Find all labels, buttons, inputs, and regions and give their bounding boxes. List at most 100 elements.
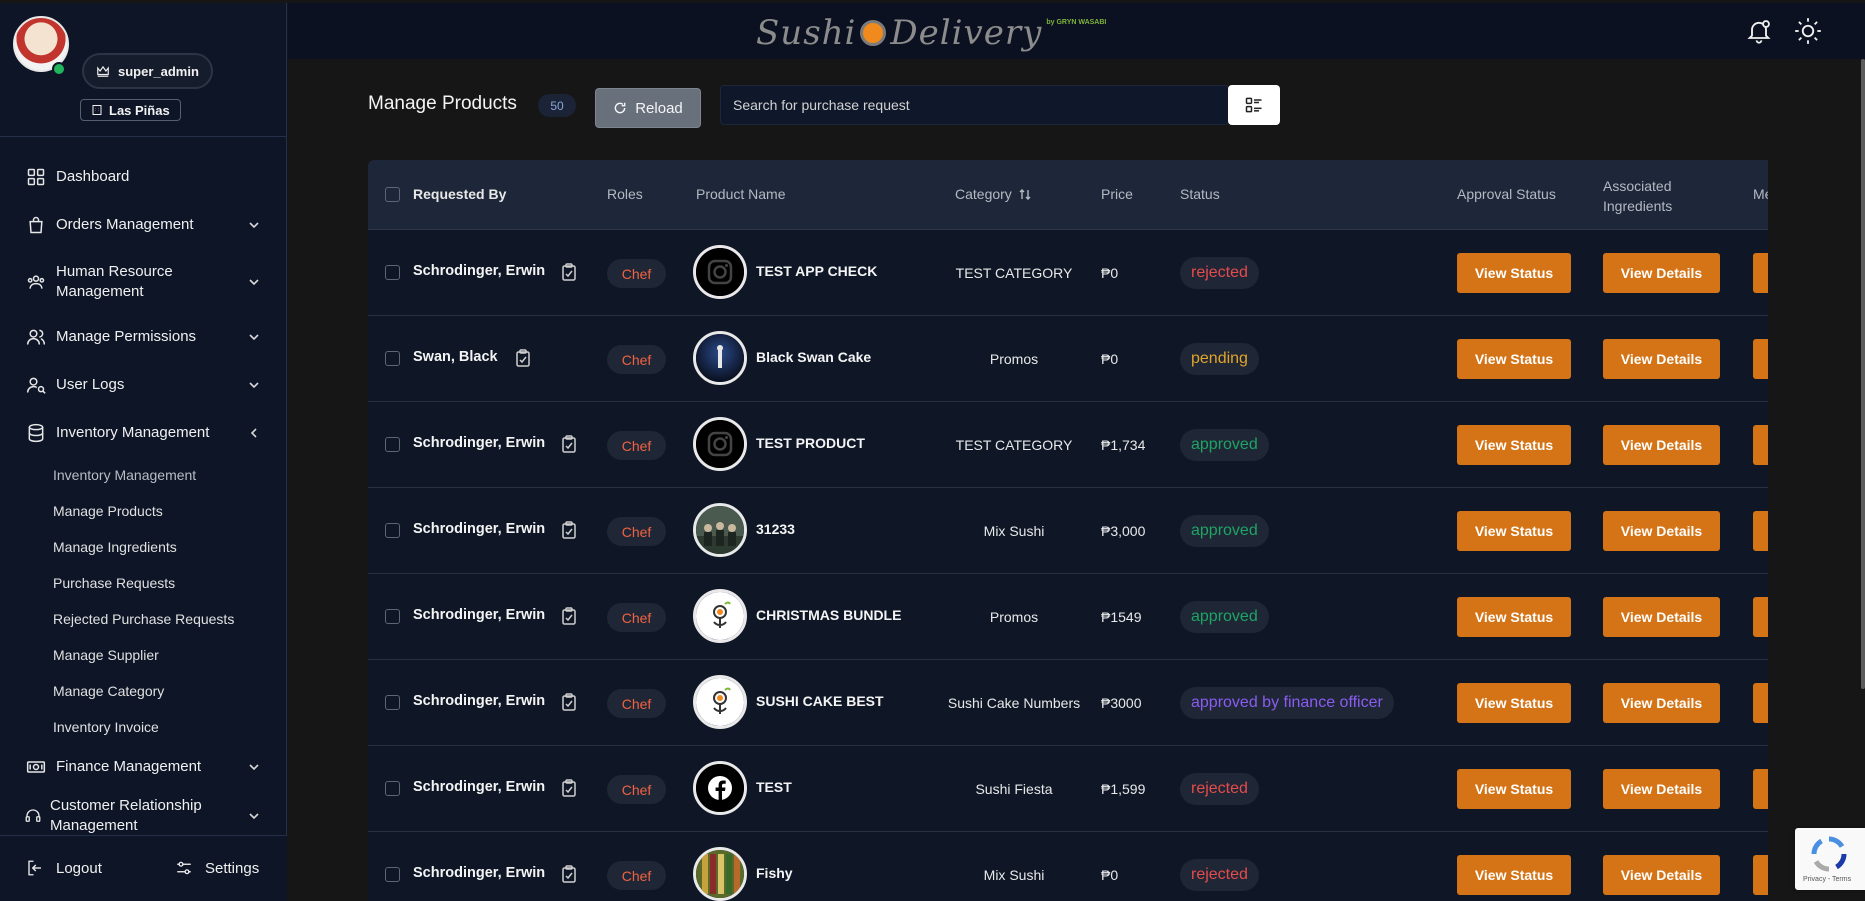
column-associated-ingredients-line2: Ingredients bbox=[1603, 198, 1673, 214]
view-status-button[interactable]: View Status bbox=[1457, 253, 1571, 293]
product-thumbnail bbox=[693, 417, 747, 471]
clipboard-icon[interactable] bbox=[561, 693, 577, 711]
table-row[interactable]: Schrodinger, Erwin Chef TEST APP CHECK TEST… bbox=[368, 230, 1768, 316]
brand-logo[interactable]: Sushi Delivery by GRYN WASABI bbox=[756, 5, 1276, 61]
column-associated-ingredients[interactable]: Associated Ingredients bbox=[1603, 176, 1672, 216]
view-status-button[interactable]: View Status bbox=[1457, 683, 1571, 723]
clipboard-icon[interactable] bbox=[515, 349, 531, 367]
role-badge: Chef bbox=[607, 345, 666, 374]
column-price[interactable]: Price bbox=[1101, 186, 1133, 202]
logout-button[interactable]: Logout bbox=[26, 859, 102, 877]
sidebar-item-hr[interactable]: Human Resource Management bbox=[0, 261, 287, 303]
branch-chip[interactable]: Las Piñas bbox=[80, 99, 181, 121]
more-actions-button[interactable] bbox=[1753, 683, 1768, 723]
sort-icon[interactable] bbox=[1019, 188, 1031, 201]
search-input[interactable] bbox=[720, 85, 1229, 125]
reload-button[interactable]: Reload bbox=[595, 88, 701, 128]
view-details-button[interactable]: View Details bbox=[1603, 597, 1720, 637]
more-actions-button[interactable] bbox=[1753, 339, 1768, 379]
sidebar-subitem-manage-category[interactable]: Manage Category bbox=[53, 683, 164, 699]
view-details-button[interactable]: View Details bbox=[1603, 425, 1720, 465]
more-actions-button[interactable] bbox=[1753, 769, 1768, 809]
sidebar-subitem-manage-supplier[interactable]: Manage Supplier bbox=[53, 647, 159, 663]
sidebar-subitem-manage-products[interactable]: Manage Products bbox=[53, 503, 163, 519]
sidebar-subitem-inventory-invoice[interactable]: Inventory Invoice bbox=[53, 719, 159, 735]
view-toggle-button[interactable] bbox=[1228, 85, 1280, 125]
table-row[interactable]: Schrodinger, Erwin Chef CHRISTMAS BUNDLE Pr… bbox=[368, 574, 1768, 660]
column-category[interactable]: Category bbox=[955, 186, 1031, 202]
row-checkbox[interactable] bbox=[385, 523, 400, 538]
view-status-button[interactable]: View Status bbox=[1457, 855, 1571, 895]
clipboard-icon[interactable] bbox=[561, 865, 577, 883]
column-product-name[interactable]: Product Name bbox=[696, 186, 785, 202]
row-checkbox[interactable] bbox=[385, 695, 400, 710]
column-roles[interactable]: Roles bbox=[607, 186, 643, 202]
clipboard-icon[interactable] bbox=[561, 607, 577, 625]
requested-by: Schrodinger, Erwin bbox=[413, 521, 546, 537]
column-more[interactable]: Me bbox=[1753, 186, 1768, 202]
notification-bell-icon[interactable] bbox=[1745, 17, 1773, 45]
view-status-button[interactable]: View Status bbox=[1457, 339, 1571, 379]
view-details-button[interactable]: View Details bbox=[1603, 511, 1720, 551]
logo-text-left: Sushi bbox=[756, 13, 857, 53]
table-row[interactable]: Schrodinger, Erwin Chef TEST Sushi Fiesta ₱1… bbox=[368, 746, 1768, 832]
recaptcha-terms[interactable]: Privacy - Terms bbox=[1803, 876, 1851, 883]
sun-theme-icon[interactable] bbox=[1794, 17, 1822, 45]
status-badge: approved bbox=[1180, 429, 1269, 461]
view-status-button[interactable]: View Status bbox=[1457, 597, 1571, 637]
status-badge: rejected bbox=[1180, 257, 1259, 289]
clipboard-icon[interactable] bbox=[561, 435, 577, 453]
more-actions-button[interactable] bbox=[1753, 597, 1768, 637]
view-details-button[interactable]: View Details bbox=[1603, 339, 1720, 379]
clipboard-icon[interactable] bbox=[561, 779, 577, 797]
clipboard-icon[interactable] bbox=[561, 521, 577, 539]
sidebar-item-permissions[interactable]: Manage Permissions bbox=[0, 325, 287, 349]
row-checkbox[interactable] bbox=[385, 781, 400, 796]
more-actions-button[interactable] bbox=[1753, 253, 1768, 293]
sidebar-item-crm[interactable]: Customer Relationship Management bbox=[0, 795, 287, 833]
more-actions-button[interactable] bbox=[1753, 511, 1768, 551]
user-role-chip[interactable]: super_admin bbox=[82, 53, 213, 89]
row-checkbox[interactable] bbox=[385, 609, 400, 624]
sidebar-item-label: Orders Management bbox=[56, 216, 194, 233]
row-checkbox[interactable] bbox=[385, 265, 400, 280]
products-table: Requested By Roles Product Name Category… bbox=[368, 160, 1768, 901]
column-approval-status[interactable]: Approval Status bbox=[1457, 186, 1556, 202]
sidebar-subitem-purchase-requests[interactable]: Purchase Requests bbox=[53, 575, 175, 591]
sidebar-item-inventory[interactable]: Inventory Management bbox=[0, 421, 287, 445]
clipboard-icon[interactable] bbox=[561, 263, 577, 281]
table-row[interactable]: Swan, Black Chef Black Swan Cake Promos ₱0 pe… bbox=[368, 316, 1768, 402]
select-all-checkbox[interactable] bbox=[385, 187, 400, 202]
settings-button[interactable]: Settings bbox=[175, 859, 259, 877]
view-details-button[interactable]: View Details bbox=[1603, 683, 1720, 723]
more-actions-button[interactable] bbox=[1753, 855, 1768, 895]
view-details-button[interactable]: View Details bbox=[1603, 253, 1720, 293]
table-row[interactable]: Schrodinger, Erwin Chef Fishy Mix Sushi ₱0 re… bbox=[368, 832, 1768, 901]
more-actions-button[interactable] bbox=[1753, 425, 1768, 465]
row-checkbox[interactable] bbox=[385, 351, 400, 366]
row-checkbox[interactable] bbox=[385, 867, 400, 882]
view-status-button[interactable]: View Status bbox=[1457, 511, 1571, 551]
view-status-button[interactable]: View Status bbox=[1457, 769, 1571, 809]
logout-label: Logout bbox=[56, 859, 102, 877]
sidebar-item-dashboard[interactable]: Dashboard bbox=[0, 165, 287, 189]
page-scrollbar[interactable] bbox=[1861, 59, 1865, 689]
recaptcha-badge[interactable]: Privacy - Terms bbox=[1795, 828, 1865, 890]
column-requested-by[interactable]: Requested By bbox=[413, 186, 506, 202]
view-details-button[interactable]: View Details bbox=[1603, 769, 1720, 809]
table-row[interactable]: Schrodinger, Erwin Chef TEST PRODUCT TEST C… bbox=[368, 402, 1768, 488]
sidebar-item-finance[interactable]: Finance Management bbox=[0, 755, 287, 779]
sidebar-subitem-manage-ingredients[interactable]: Manage Ingredients bbox=[53, 539, 177, 555]
view-details-button[interactable]: View Details bbox=[1603, 855, 1720, 895]
product-thumbnail bbox=[693, 245, 747, 299]
sidebar-item-label: Manage Permissions bbox=[56, 328, 197, 345]
sidebar-item-orders[interactable]: Orders Management bbox=[0, 213, 287, 237]
sidebar-subitem-rejected-purchase-requests[interactable]: Rejected Purchase Requests bbox=[53, 611, 234, 627]
view-status-button[interactable]: View Status bbox=[1457, 425, 1571, 465]
sidebar-subitem-inventory-management[interactable]: Inventory Management bbox=[53, 467, 196, 483]
column-status[interactable]: Status bbox=[1180, 186, 1220, 202]
table-row[interactable]: Schrodinger, Erwin Chef 31233 Mix Sushi ₱3,0… bbox=[368, 488, 1768, 574]
row-checkbox[interactable] bbox=[385, 437, 400, 452]
table-row[interactable]: Schrodinger, Erwin Chef SUSHI CAKE BEST Sus… bbox=[368, 660, 1768, 746]
sidebar-item-user-logs[interactable]: User Logs bbox=[0, 373, 287, 397]
